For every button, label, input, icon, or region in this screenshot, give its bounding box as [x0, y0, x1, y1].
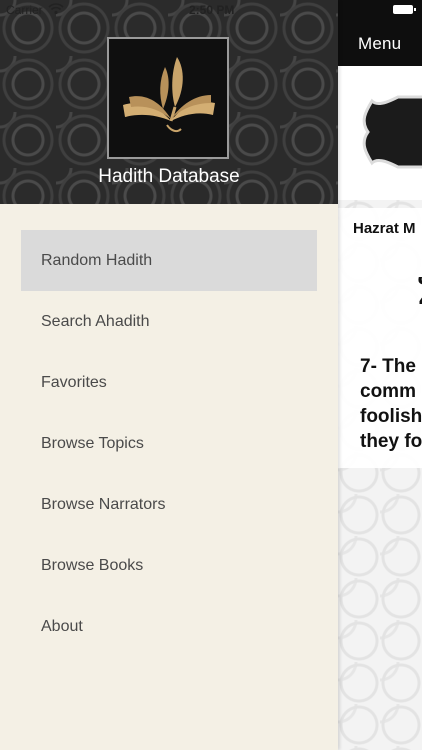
- arabic-line: أُمّتِي مَن: [358, 262, 422, 286]
- menu-item-favorites[interactable]: Favorites: [21, 352, 317, 413]
- narrator-text: Hazrat M: [353, 220, 416, 237]
- menu-item-about[interactable]: About: [21, 596, 317, 657]
- ornament-emblem-icon: [362, 95, 422, 169]
- app-title: Hadith Database: [98, 166, 240, 187]
- menu-item-browse-narrators[interactable]: Browse Narrators: [21, 474, 317, 535]
- menu-item-random-hadith[interactable]: Random Hadith: [21, 230, 317, 291]
- menu-item-search-ahadith[interactable]: Search Ahadith: [21, 291, 317, 352]
- main-content: Menu Hazrat M أُمّتِي مَن ءِ غَفَرُوا، 7…: [338, 0, 422, 750]
- status-bar: Carrier 2:50 PM: [0, 0, 422, 22]
- arabic-text: أُمّتِي مَن ءِ غَفَرُوا،: [358, 262, 422, 310]
- drawer-header: Hadith Database: [0, 0, 338, 204]
- wifi-icon: [48, 3, 64, 15]
- drawer-menu: Random Hadith Search Ahadith Favorites B…: [21, 230, 317, 657]
- translation-line: they fo: [360, 431, 422, 452]
- translation-line: comm: [360, 381, 416, 402]
- quill-book-icon: [123, 57, 215, 133]
- arabic-line: ءِ غَفَرُوا،: [358, 286, 422, 310]
- menu-button[interactable]: Menu: [358, 34, 401, 54]
- side-drawer: Hadith Database Random Hadith Search Aha…: [0, 0, 338, 750]
- menu-item-browse-topics[interactable]: Browse Topics: [21, 413, 317, 474]
- menu-item-browse-books[interactable]: Browse Books: [21, 535, 317, 596]
- translation-line: foolish: [360, 406, 422, 427]
- translation-line: 7- The: [360, 356, 416, 377]
- translation-text: 7- The comm foolish they fo: [360, 354, 422, 454]
- status-time: 2:50 PM: [189, 3, 235, 17]
- app-logo: [107, 37, 229, 159]
- carrier-label: Carrier: [6, 3, 43, 17]
- battery-icon: [393, 5, 416, 14]
